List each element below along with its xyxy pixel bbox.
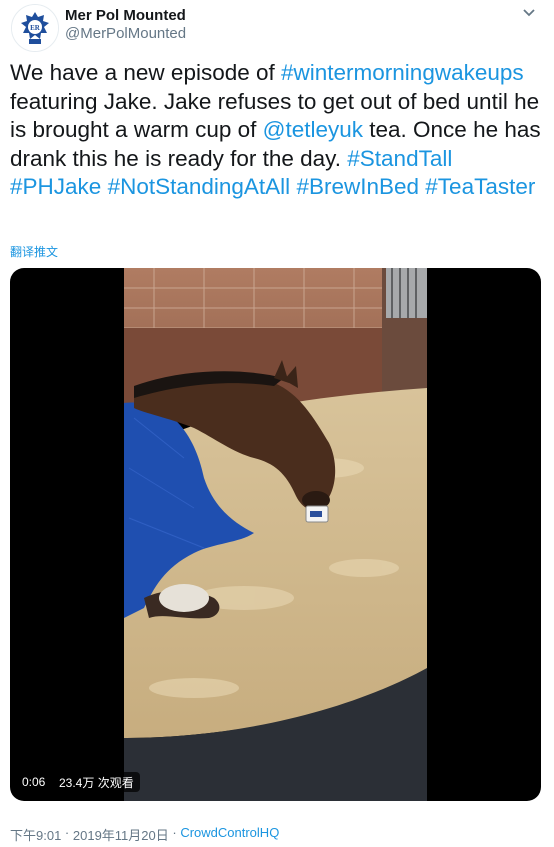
hashtag-link[interactable]: #NotStandingAtAll: [108, 174, 291, 199]
user-handle[interactable]: @MerPolMounted: [65, 25, 186, 42]
display-name[interactable]: Mer Pol Mounted: [65, 7, 186, 24]
video-duration: 0:06: [16, 772, 52, 792]
tweet-time[interactable]: 下午9:01: [10, 825, 61, 844]
avatar[interactable]: ER: [11, 4, 59, 52]
police-crest-icon: ER: [12, 5, 58, 51]
hashtag-link[interactable]: #wintermorningwakeups: [281, 60, 524, 85]
video-view-count: 23.4万 次观看: [53, 772, 140, 792]
more-options-button[interactable]: [516, 4, 542, 22]
translate-tweet-link[interactable]: 翻译推文: [10, 243, 58, 260]
svg-text:ER: ER: [30, 24, 41, 32]
hashtag-link[interactable]: #TeaTaster: [425, 174, 535, 199]
tweet-footer: 下午9:01 · 2019年11月20日 · CrowdControlHQ: [10, 825, 279, 844]
footer-separator: ·: [61, 825, 73, 840]
video-player[interactable]: 0:06 23.4万 次观看: [10, 268, 541, 801]
chevron-down-icon: [523, 9, 535, 17]
mention-link[interactable]: @tetleyuk: [263, 117, 363, 142]
tweet-source-link[interactable]: CrowdControlHQ: [180, 825, 279, 844]
footer-separator: ·: [168, 825, 181, 840]
hashtag-link[interactable]: #BrewInBed: [296, 174, 419, 199]
hashtag-link[interactable]: #PHJake: [10, 174, 101, 199]
text-segment: We have a new episode of: [10, 60, 282, 85]
video-frame[interactable]: [124, 268, 427, 801]
video-still: [124, 268, 427, 801]
tweet-date[interactable]: 2019年11月20日: [73, 825, 169, 844]
tweet-text: We have a new episode of #wintermorningw…: [10, 59, 545, 202]
hashtag-link[interactable]: #StandTall: [347, 146, 452, 171]
